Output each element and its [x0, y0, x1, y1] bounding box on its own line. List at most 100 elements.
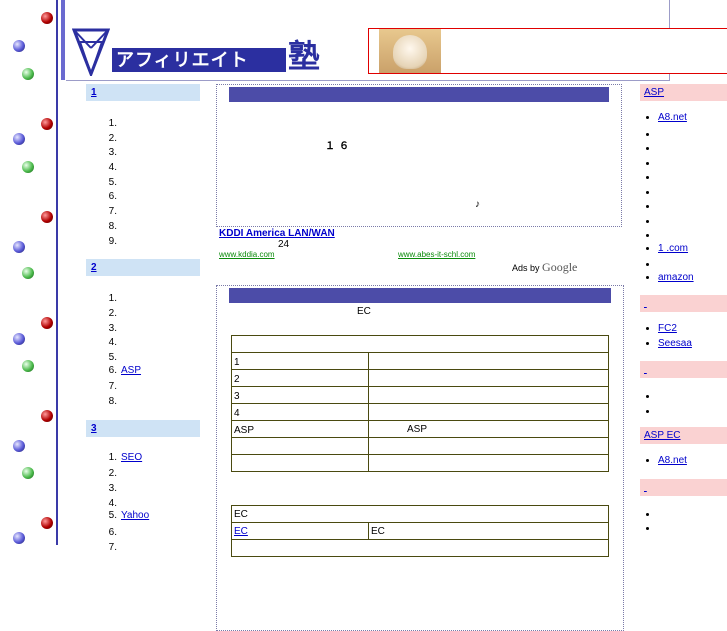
left-nav-item-link[interactable]: [121, 233, 151, 244]
ad-title-school[interactable]: [398, 228, 462, 239]
left-nav-item-link[interactable]: [121, 188, 151, 199]
table-cell-label[interactable]: [231, 454, 369, 472]
right-nav-item-link[interactable]: [658, 403, 672, 414]
table-cell-link[interactable]: [246, 355, 284, 365]
right-nav-item: A8.net: [658, 111, 727, 126]
left-nav-item-link[interactable]: [121, 174, 151, 185]
table-cell-label[interactable]: ASP: [231, 420, 369, 438]
left-nav-item-link[interactable]: [121, 290, 151, 301]
left-nav-item-link[interactable]: [121, 218, 151, 229]
left-nav-item: 7.: [86, 378, 200, 393]
main-content: １６ ♪ KDDI America LAN/WAN 2 4 www.kddia.c…: [216, 84, 624, 631]
right-nav-item: [658, 256, 727, 271]
right-nav-item: [658, 198, 727, 213]
left-nav-item: 1.: [86, 290, 200, 305]
left-nav-item-link[interactable]: [121, 115, 151, 126]
left-nav-item-link[interactable]: [121, 130, 151, 141]
right-nav-list: [640, 388, 727, 417]
left-nav-item-link[interactable]: ASP: [121, 364, 151, 376]
left-nav-section-title[interactable]: 2: [86, 259, 200, 277]
left-nav-item-link[interactable]: [121, 203, 151, 214]
right-navigation: ASP A8.net 1 .com amazon FC2 Seesaa ASP EC A8…: [640, 84, 727, 545]
logo-icon[interactable]: [72, 28, 110, 76]
right-nav-item-link[interactable]: 1 .com: [658, 242, 688, 254]
right-nav-item-link[interactable]: FC2: [658, 322, 677, 334]
right-nav-section-title[interactable]: [640, 295, 727, 312]
content-section: EC 1 2 3 4 ASP ASP EC EC EC: [216, 285, 624, 631]
table-cell-link[interactable]: [246, 389, 284, 399]
right-nav-section-title[interactable]: ASP EC: [640, 427, 727, 444]
right-nav-item: 1 .com: [658, 242, 727, 257]
table-cell-link[interactable]: [240, 457, 278, 467]
left-nav-item-link[interactable]: [121, 524, 151, 535]
green-bead-icon: [22, 360, 34, 372]
left-nav-item-link[interactable]: Yahoo: [121, 509, 151, 521]
left-nav-item-link[interactable]: [121, 320, 151, 331]
left-nav-item-link[interactable]: [121, 378, 151, 389]
left-nav-item: 9.: [86, 233, 200, 248]
right-nav-item: [658, 169, 727, 184]
right-nav-item-link[interactable]: [658, 520, 672, 531]
table-cell-link[interactable]: [240, 440, 278, 450]
ad-box-header: [229, 87, 609, 102]
right-nav-section-title[interactable]: ASP: [640, 84, 727, 101]
right-nav-item-link[interactable]: amazon: [658, 271, 694, 283]
right-nav-item-link[interactable]: [658, 256, 672, 267]
table-cell-label[interactable]: 4: [231, 403, 369, 421]
left-nav-item-link[interactable]: [121, 144, 151, 155]
table-row: [231, 539, 609, 557]
header-banner[interactable]: [368, 28, 727, 74]
left-nav-item-link[interactable]: [121, 334, 151, 345]
right-nav-item-link[interactable]: [658, 184, 672, 195]
left-nav-item: 5. Yahoo: [86, 509, 200, 524]
right-nav-item-link[interactable]: [658, 227, 672, 238]
right-nav-item-link[interactable]: [658, 140, 672, 151]
right-nav-item: [658, 184, 727, 199]
right-nav-item-link[interactable]: A8.net: [658, 111, 687, 123]
right-nav-section-title[interactable]: [640, 478, 727, 496]
site-logo-text[interactable]: アフィリエイト: [112, 48, 286, 72]
right-nav-item-link[interactable]: [658, 388, 672, 399]
left-nav-item-link[interactable]: [121, 159, 151, 170]
left-nav-item-link[interactable]: [121, 349, 151, 360]
left-nav-item-link[interactable]: [121, 465, 151, 476]
blue-bead-icon: [13, 440, 25, 452]
right-nav-item-link[interactable]: [658, 198, 672, 209]
right-nav-item-link[interactable]: [658, 506, 672, 517]
left-nav-section-title[interactable]: 3: [86, 419, 200, 437]
table-cell-link[interactable]: [260, 423, 298, 433]
right-nav-item-link[interactable]: A8.net: [658, 454, 687, 466]
left-nav-item-link[interactable]: [121, 305, 151, 316]
table-cell-label[interactable]: [231, 437, 369, 455]
left-nav-item: 7.: [86, 203, 200, 218]
left-nav-section-title[interactable]: 1: [86, 84, 200, 101]
section-title: EC: [357, 306, 371, 317]
ad-box: １６ ♪: [216, 84, 622, 227]
right-nav-item-link[interactable]: Seesaa: [658, 337, 692, 349]
ads-by-google[interactable]: Ads by Google: [512, 260, 577, 275]
table-cell-link[interactable]: [246, 372, 284, 382]
ad-url-kddi[interactable]: www.kddia.com: [219, 250, 275, 259]
left-nav-item-link[interactable]: [121, 495, 151, 506]
right-nav-item: [658, 227, 727, 242]
ad-link[interactable]: [231, 201, 261, 212]
left-nav-item-link[interactable]: [121, 539, 151, 550]
right-nav-item-link[interactable]: [658, 169, 672, 180]
table-cell-label[interactable]: 2: [231, 369, 369, 387]
table-cell-label[interactable]: 3: [231, 386, 369, 404]
table-cell-label[interactable]: 1: [231, 352, 369, 370]
site-logo-kanji[interactable]: 塾: [288, 38, 332, 74]
left-nav-item-link[interactable]: SEO: [121, 451, 151, 463]
left-nav-item-number: 1.: [108, 451, 117, 463]
table-cell-label[interactable]: EC: [231, 522, 369, 540]
ad-title-kddi[interactable]: KDDI America LAN/WAN: [219, 228, 335, 239]
left-nav-item: 3.: [86, 320, 200, 335]
right-nav-section-title[interactable]: [640, 361, 727, 378]
table-cell-link[interactable]: [246, 406, 284, 416]
left-nav-item-link[interactable]: [121, 393, 151, 404]
left-nav-item-link[interactable]: [121, 480, 151, 491]
right-nav-item-link[interactable]: [658, 126, 672, 137]
right-nav-item-link[interactable]: [658, 155, 672, 166]
ad-url-school[interactable]: www.abes-it-schl.com: [398, 250, 475, 259]
right-nav-item-link[interactable]: [658, 213, 672, 224]
